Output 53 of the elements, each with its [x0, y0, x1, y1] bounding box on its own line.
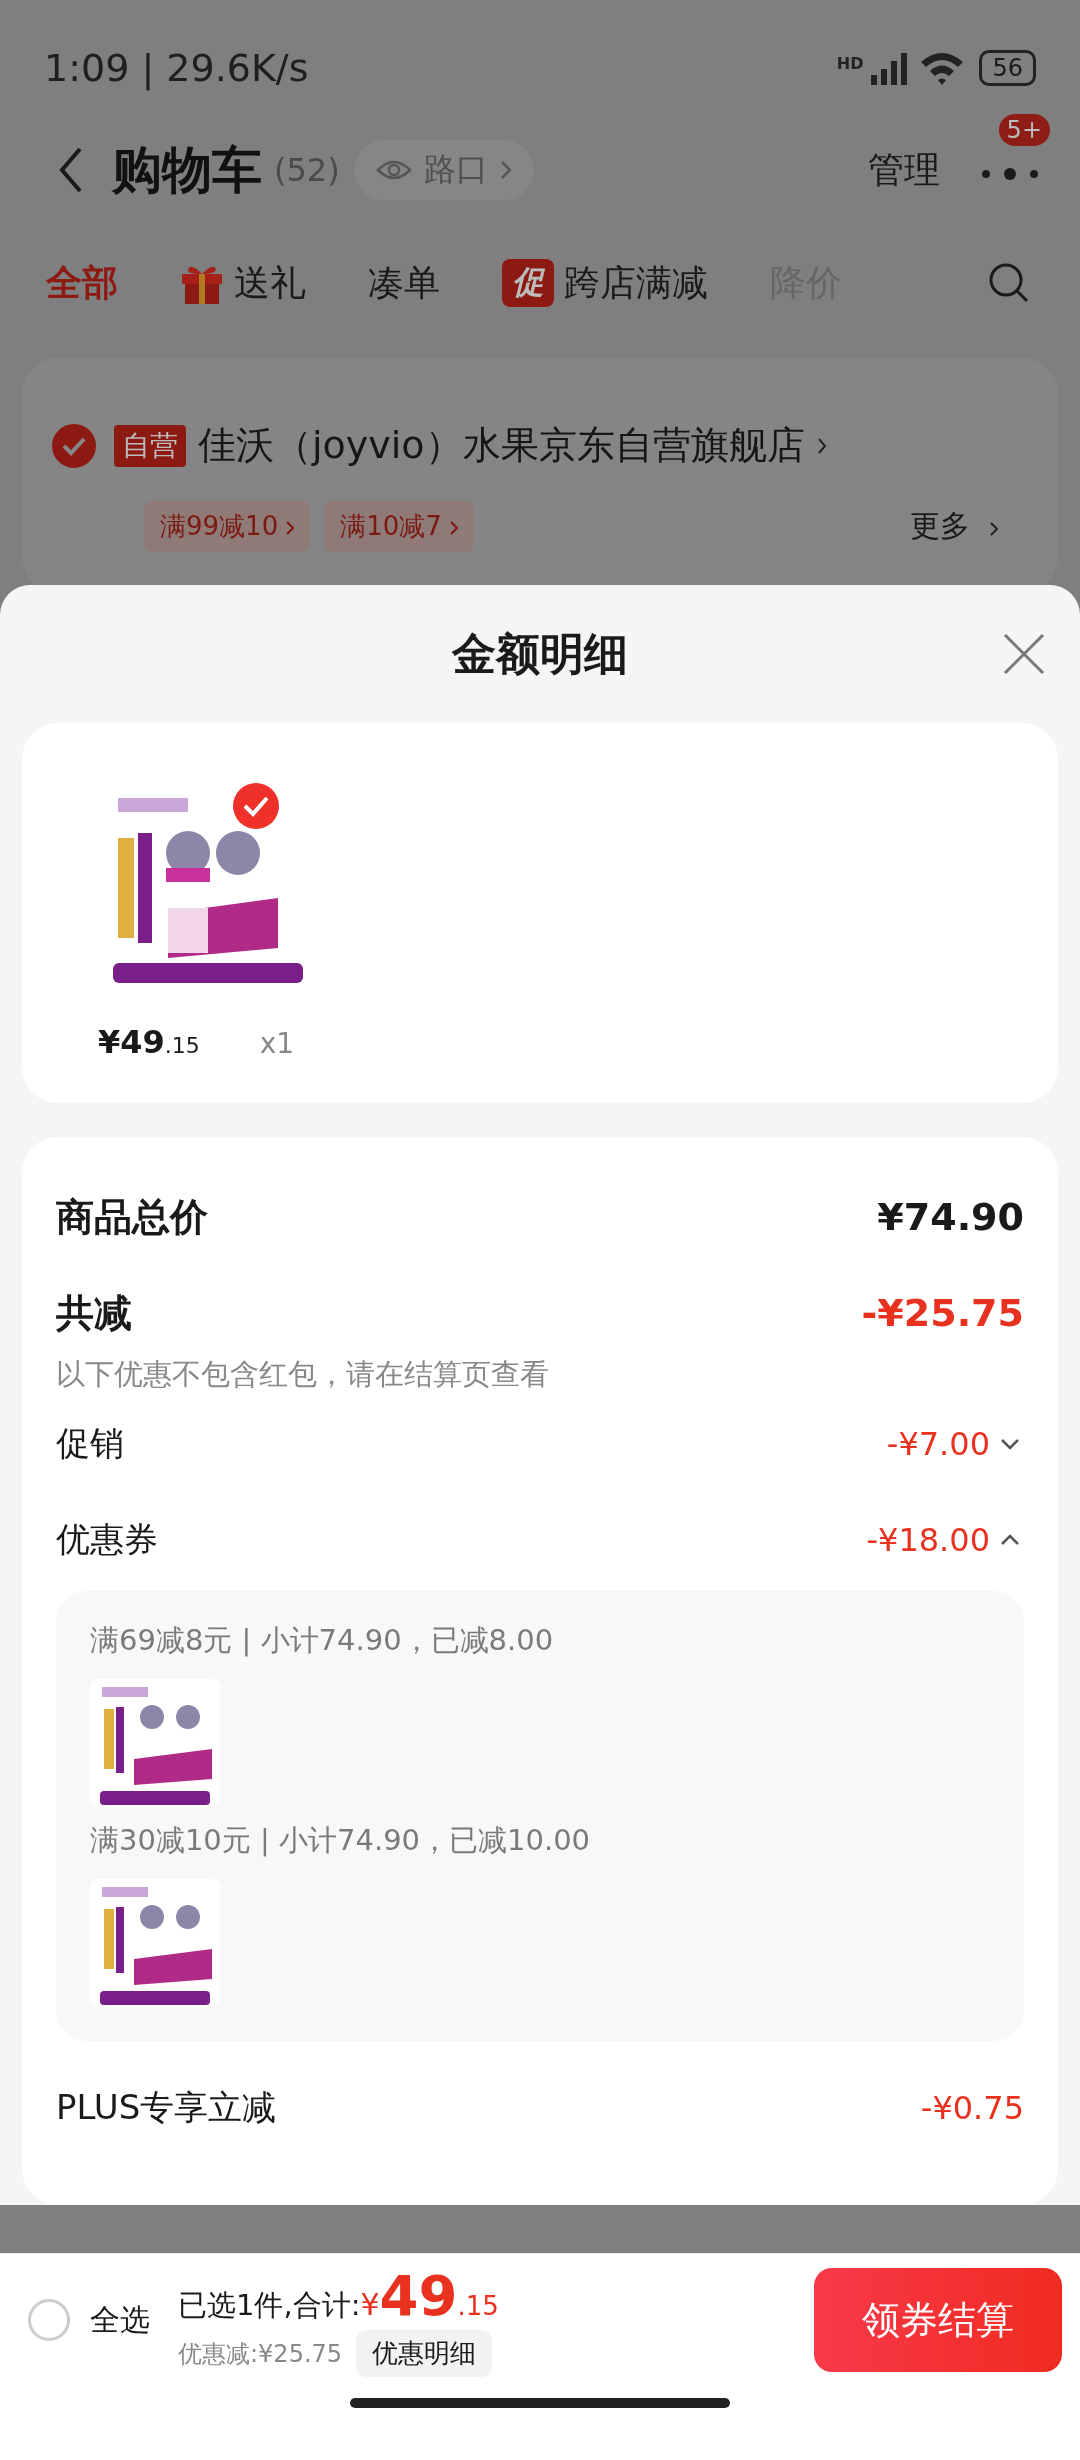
- check-icon: [233, 783, 279, 829]
- total-label: 商品总价: [56, 1193, 208, 1241]
- discount-line-value: -¥0.75: [920, 2089, 1024, 2127]
- discount-line-label: PLUS专享立减: [56, 2086, 277, 2129]
- cart-title: 购物车: [112, 139, 262, 201]
- selection-summary: 已选1件,合计:: [178, 2287, 361, 2324]
- close-icon[interactable]: [1002, 632, 1046, 676]
- search-icon[interactable]: [988, 262, 1030, 304]
- filter-tab[interactable]: 凑单: [368, 258, 440, 308]
- checkout-button[interactable]: 领券结算: [814, 2268, 1062, 2372]
- status-time: 1:09 | 29.6K/s: [44, 45, 309, 90]
- chevron-icon: [816, 436, 827, 455]
- savings-text: 优惠减:¥25.75: [178, 2338, 343, 2370]
- select-all-label: 全选: [90, 2300, 150, 2339]
- discount-note: 以下优惠不包含红包，请在结算页查看: [56, 1356, 550, 1393]
- filter-tab[interactable]: 全部: [46, 258, 118, 308]
- chevron-icon[interactable]: [1000, 1534, 1020, 1546]
- more-link[interactable]: 更多: [910, 506, 998, 547]
- discount-detail-button[interactable]: 优惠明细: [356, 2330, 493, 2377]
- notification-badge: 5+: [998, 113, 1050, 146]
- select-all-checkbox[interactable]: [28, 2299, 70, 2341]
- product-quantity: x1: [259, 1027, 295, 1060]
- total-price: ¥49.15: [360, 2263, 499, 2328]
- discount-line-value: -¥18.00: [866, 1521, 990, 1559]
- filter-tab[interactable]: 促 跨店满减: [502, 258, 708, 308]
- coupon-chip[interactable]: 满99减10: [144, 501, 311, 552]
- sheet-title: 金额明细: [452, 626, 628, 681]
- chevron-icon: [449, 521, 458, 535]
- more-icon[interactable]: [980, 166, 1040, 181]
- coupon-detail: 满69减8元 | 小计74.90，已减8.00: [90, 1622, 555, 1659]
- product-price: ¥49.15: [98, 1023, 200, 1061]
- store-name[interactable]: 佳沃（joyvio）水果京东自营旗舰店: [198, 420, 805, 471]
- self-operated-tag: 自营: [114, 424, 186, 467]
- filter-tab[interactable]: 送礼: [180, 258, 306, 308]
- back-icon[interactable]: [58, 146, 84, 194]
- battery-icon: 56: [979, 49, 1036, 86]
- discount-label: 共减: [56, 1289, 132, 1337]
- check-icon: [61, 435, 87, 456]
- network-label: HD: [836, 53, 864, 73]
- chevron-icon: [990, 522, 998, 536]
- total-value: ¥74.90: [877, 1195, 1024, 1239]
- discount-value: -¥25.75: [861, 1291, 1024, 1335]
- coupon-chip[interactable]: 满10减7: [324, 501, 474, 552]
- store-checkbox[interactable]: [52, 423, 96, 468]
- chevron-icon: [286, 521, 295, 535]
- chevron-icon: [499, 160, 512, 180]
- discount-line-label: 优惠券: [56, 1518, 158, 1561]
- discount-line-value: -¥7.00: [886, 1425, 990, 1463]
- manage-button[interactable]: 管理: [868, 145, 940, 195]
- chevron-icon[interactable]: [1000, 1438, 1020, 1450]
- eye-icon: [375, 158, 412, 182]
- discount-line-label: 促销: [56, 1422, 124, 1465]
- coupon-detail: 满30减10元 | 小计74.90，已减10.00: [90, 1822, 592, 1859]
